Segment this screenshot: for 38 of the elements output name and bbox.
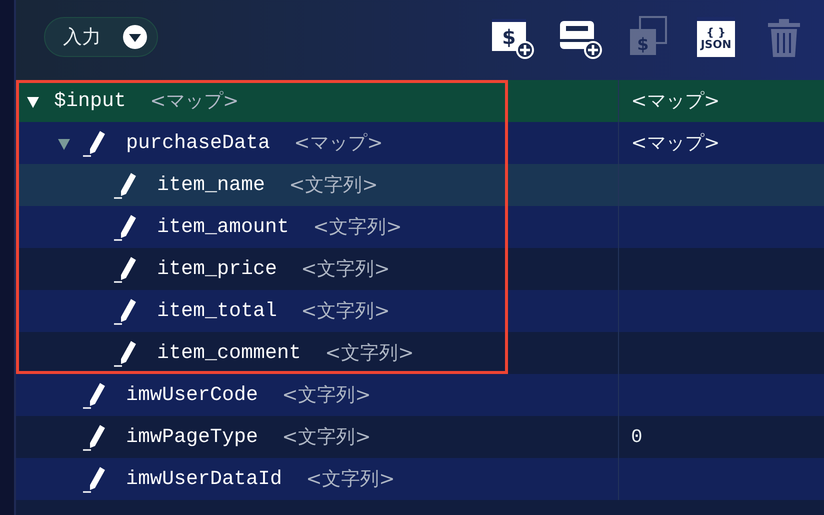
value-text: <マップ> (631, 132, 720, 154)
tree-row[interactable]: item_total <文字列> (16, 290, 824, 332)
tree-row[interactable]: item_amount <文字列> (16, 206, 824, 248)
variable-name: item_total (157, 300, 278, 322)
variable-name: purchaseData (126, 132, 270, 154)
type-label: <文字列> (325, 341, 414, 366)
tree-row[interactable]: item_comment <文字列> (16, 332, 824, 374)
variable-name: item_name (157, 174, 266, 196)
type-label: <文字列> (306, 467, 395, 492)
type-label: <文字列> (282, 383, 371, 408)
variable-name: item_amount (157, 216, 290, 238)
type-label: <文字列> (301, 257, 390, 282)
json-button[interactable]: { } JSON (697, 17, 735, 57)
tree-row[interactable]: item_price <文字列> (16, 248, 824, 290)
expand-triangle-icon[interactable] (26, 95, 40, 109)
value-text: <マップ> (631, 90, 720, 112)
variable-name: item_price (157, 258, 278, 280)
value-text: 0 (631, 426, 642, 448)
variable-name: imwUserCode (126, 384, 258, 406)
tree-row[interactable]: item_name <文字列> (16, 164, 824, 206)
variable-name: item_comment (157, 342, 302, 364)
tree-row[interactable]: imwUserDataId <文字列> (16, 458, 824, 500)
tree-row[interactable]: imwPageType <文字列> 0 (16, 416, 824, 458)
type-label: <マップ> (150, 89, 239, 114)
tree-row[interactable]: $input <マップ> <マップ> (16, 80, 824, 122)
variable-name: $input (54, 90, 126, 112)
type-label: <文字列> (289, 173, 378, 198)
expand-triangle-icon[interactable] (57, 137, 71, 151)
caret-icon (123, 25, 147, 49)
tree-row[interactable]: purchaseData <マップ> <マップ> (16, 122, 824, 164)
variable-name: imwUserDataId (126, 468, 282, 490)
type-label: <文字列> (301, 299, 390, 324)
type-label: <マップ> (294, 131, 383, 156)
variable-name: imwPageType (126, 426, 258, 448)
type-label: <文字列> (282, 425, 371, 450)
mode-dropdown[interactable]: 入力 (44, 17, 158, 57)
tree-row[interactable]: imwUserCode <文字列> (16, 374, 824, 416)
type-label: <文字列> (313, 215, 402, 240)
